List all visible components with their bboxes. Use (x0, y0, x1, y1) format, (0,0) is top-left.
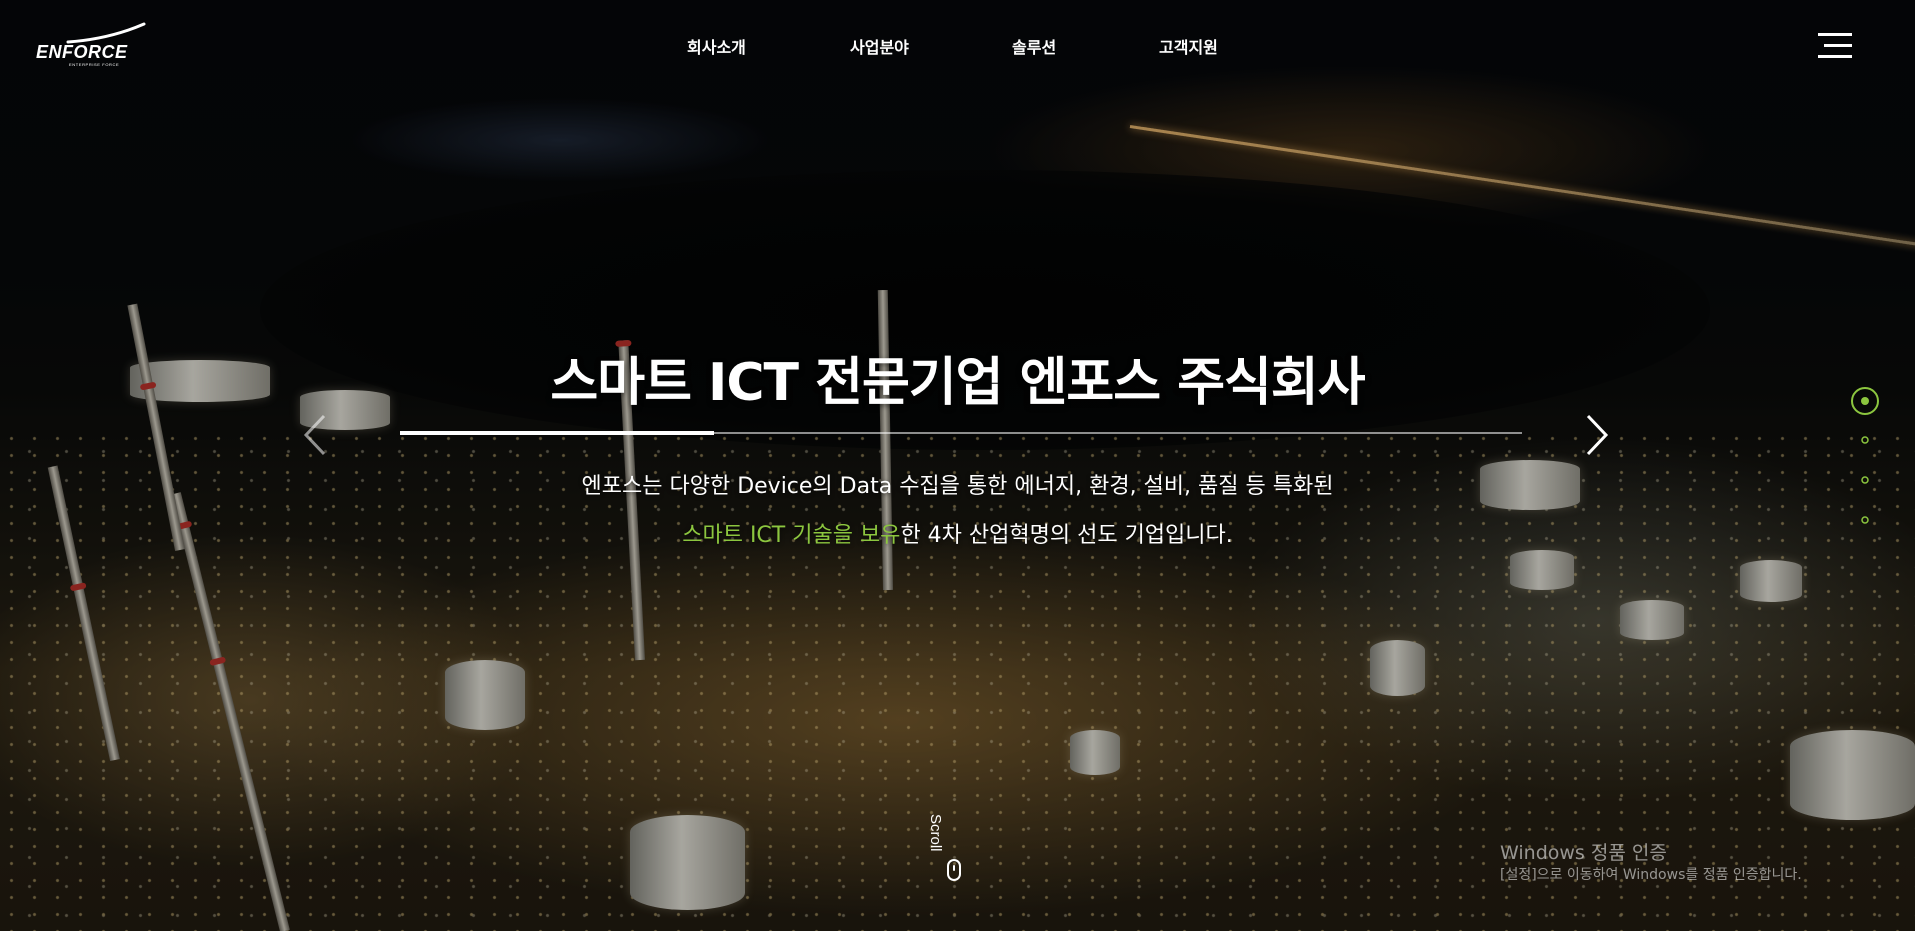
logo-tagline: ENTERPRISE FORCE (69, 62, 120, 67)
pager-dot-active[interactable] (1850, 386, 1880, 416)
slide-progress-track (400, 431, 1522, 435)
pager-dot[interactable] (1861, 516, 1869, 524)
hero-description-line2: 스마트 ICT 기술을 보유한 4차 산업혁명의 선도 기업입니다. (0, 517, 1915, 549)
slide-progress-fill (400, 431, 715, 435)
main-nav: 회사소개 사업분야 솔루션 고객지원 (0, 34, 1915, 58)
nav-item-support[interactable]: 고객지원 (1159, 34, 1218, 58)
mouse-icon[interactable] (947, 859, 961, 881)
hamburger-icon-bar (1818, 55, 1852, 58)
nav-item-solution[interactable]: 솔루션 (1012, 34, 1056, 58)
prev-slide-button[interactable] (296, 410, 336, 460)
scroll-label: Scroll (927, 814, 944, 852)
nav-item-company[interactable]: 회사소개 (687, 34, 746, 58)
hero-description-line1: 엔포스는 다양한 Device의 Data 수집을 통한 에너지, 환경, 설비… (581, 474, 1334, 499)
pager-dot[interactable] (1861, 476, 1869, 484)
pager-dot[interactable] (1861, 436, 1869, 444)
background-overlay (0, 0, 1915, 931)
hero-headline: 스마트 ICT 전문기업 엔포스 주식회사 (550, 353, 1365, 413)
hamburger-icon-bar (1824, 44, 1852, 47)
hero-description-line2-rest: 한 4차 산업혁명의 선도 기업입니다. (900, 523, 1233, 548)
hero-section: ENFORCE ENTERPRISE FORCE 회사소개 사업분야 솔루션 고… (0, 0, 1915, 931)
hamburger-menu-button[interactable] (1818, 33, 1852, 59)
hero-highlight-text: 스마트 ICT 기술을 보유 (682, 523, 901, 548)
next-slide-button[interactable] (1576, 410, 1616, 460)
chevron-left-icon (303, 414, 326, 456)
windows-activation-subtitle: [설정]으로 이동하여 Windows를 정품 인증합니다. (1500, 867, 1802, 883)
chevron-right-icon (1586, 414, 1609, 456)
windows-activation-title: Windows 정품 인증 (1500, 842, 1667, 864)
nav-item-business[interactable]: 사업분야 (850, 34, 909, 58)
hamburger-icon (1818, 33, 1852, 36)
